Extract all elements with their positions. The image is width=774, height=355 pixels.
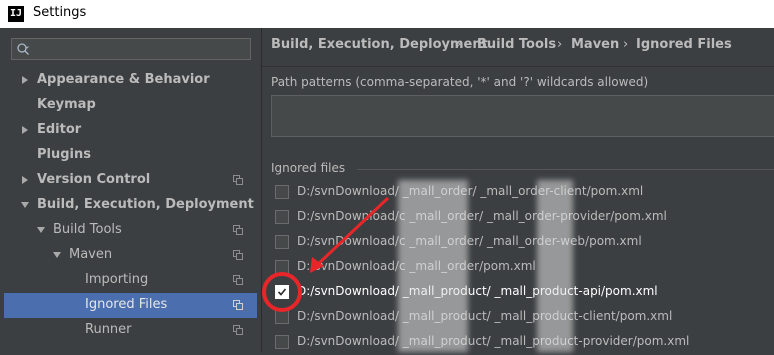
annotation-arrow bbox=[314, 196, 390, 268]
annotation-circle bbox=[262, 272, 302, 312]
annotation-overlay bbox=[262, 196, 390, 312]
